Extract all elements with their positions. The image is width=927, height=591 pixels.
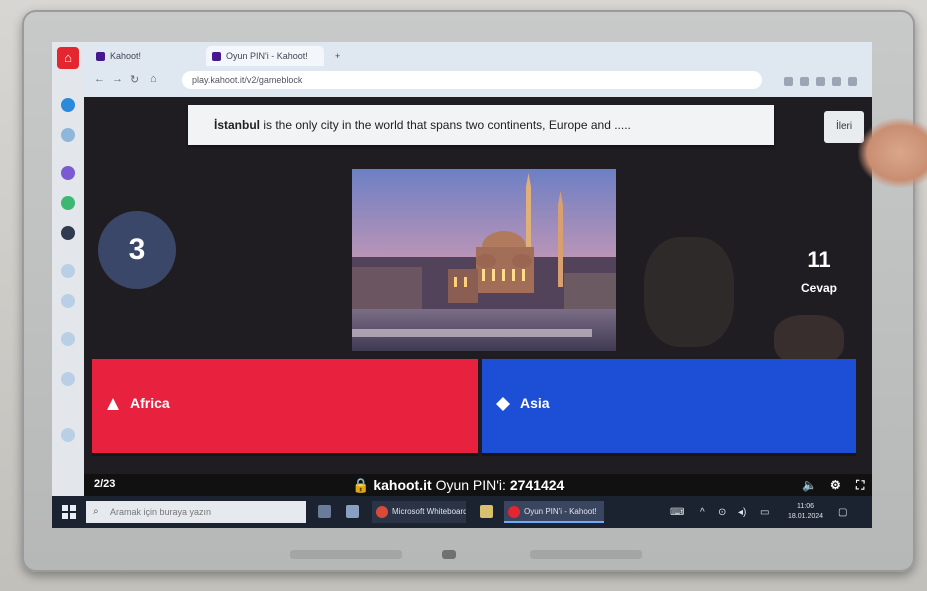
answers-count-label: Cevap xyxy=(800,281,838,295)
bezel-speaker-left xyxy=(290,550,402,559)
question-text: İstanbul is the only city in the world t… xyxy=(188,105,774,145)
pointer-tool-icon[interactable] xyxy=(61,226,75,240)
game-pin: 🔒 kahoot.it Oyun PIN'i: 2741424 xyxy=(352,477,564,494)
istanbul-skyline-illustration xyxy=(352,169,616,351)
kahoot-footer: 2/23 🔒 kahoot.it Oyun PIN'i: 2741424 🔈 ⚙… xyxy=(84,474,872,496)
diamond-icon xyxy=(496,397,510,411)
display-screen: ⌂ Kahoot! Oyun PIN'i - Kahoot! + ← → ↻ ⌂… xyxy=(52,42,872,528)
reload-icon[interactable]: ↻ xyxy=(130,73,139,86)
redo-tool-icon[interactable] xyxy=(61,294,75,308)
display-tray-icon[interactable]: ▭ xyxy=(760,507,769,518)
address-bar[interactable]: play.kahoot.it/v2/gameblock xyxy=(182,71,762,89)
bezel-logo xyxy=(442,550,456,559)
notification-icon[interactable]: ▢ xyxy=(838,507,847,518)
back-arrow-icon[interactable]: ← xyxy=(94,73,105,85)
tab-label: Kahoot! xyxy=(110,51,142,61)
search-icon: ⌕ xyxy=(93,506,99,517)
browser-chrome: Kahoot! Oyun PIN'i - Kahoot! + ← → ↻ ⌂ p… xyxy=(84,42,872,97)
pin-value: 2741424 xyxy=(509,477,565,493)
question-body: is the only city in the world that spans… xyxy=(260,118,631,132)
settings-icon[interactable]: ⚙ xyxy=(830,478,841,492)
browser-tab-2[interactable]: Oyun PIN'i - Kahoot! xyxy=(206,46,324,66)
brand-url: kahoot.it xyxy=(373,477,432,493)
presenter-hand xyxy=(858,118,927,188)
network-icon[interactable]: ⊙ xyxy=(718,507,726,518)
answer-2-label: Asia xyxy=(520,395,550,411)
answer-button-1[interactable]: Africa xyxy=(92,359,478,453)
taskbar-app-label: Microsoft Whiteboard xyxy=(392,507,466,516)
task-view-icon[interactable] xyxy=(318,505,331,518)
triangle-icon xyxy=(107,398,119,410)
pin-label: Oyun PIN'i: xyxy=(435,477,506,493)
profile-icon[interactable] xyxy=(832,77,841,86)
volume-tray-icon[interactable]: ◂) xyxy=(738,507,746,518)
eraser-tool-icon[interactable] xyxy=(61,128,75,142)
home-icon[interactable]: ⌂ xyxy=(150,73,157,85)
kahoot-favicon-icon xyxy=(96,52,105,61)
volume-icon[interactable]: 🔈 xyxy=(802,478,817,492)
app-icon xyxy=(376,506,388,518)
whiteboard-toolbar: ⌂ xyxy=(52,42,84,528)
countdown-timer: 3 xyxy=(98,211,176,289)
screen-reflection xyxy=(644,237,734,347)
shape-tool-icon[interactable] xyxy=(61,166,75,180)
app-icon xyxy=(508,506,520,518)
bezel-speaker-right xyxy=(530,550,642,559)
taskbar-clock[interactable]: 11:06 18.01.2024 xyxy=(788,502,823,522)
folder-icon[interactable] xyxy=(480,505,493,518)
lock-icon: 🔒 xyxy=(352,477,370,493)
screen-reflection xyxy=(774,315,844,365)
windows-start-icon[interactable] xyxy=(62,505,76,519)
extension-icon[interactable] xyxy=(784,77,793,86)
kahoot-favicon-icon xyxy=(212,52,221,61)
taskbar-app-label: Oyun PIN'i - Kahoot! xyxy=(524,507,597,516)
url-text: play.kahoot.it/v2/gameblock xyxy=(192,75,303,85)
favorites-icon[interactable] xyxy=(816,77,825,86)
clock-time: 11:06 xyxy=(797,503,815,510)
file-explorer-icon[interactable] xyxy=(346,505,359,518)
answer-button-2[interactable]: Asia xyxy=(482,359,856,453)
istanbul-mosque-image xyxy=(352,169,616,351)
fullscreen-icon[interactable]: ⛶ xyxy=(856,478,864,493)
clock-date: 18.01.2024 xyxy=(788,513,824,520)
new-tab-button[interactable]: + xyxy=(328,46,350,66)
extension-icon[interactable] xyxy=(800,77,809,86)
answer-1-label: Africa xyxy=(130,395,170,411)
tab-label: Oyun PIN'i - Kahoot! xyxy=(226,51,308,61)
menu-dots-icon[interactable] xyxy=(848,77,857,86)
question-counter: 2/23 xyxy=(94,478,116,490)
keyboard-icon[interactable]: ⌨ xyxy=(670,507,684,518)
windows-taskbar: ⌕ Aramak için buraya yazın Microsoft Whi… xyxy=(52,496,872,528)
color-tool-icon[interactable] xyxy=(61,196,75,210)
question-highlight: İstanbul xyxy=(214,118,261,132)
answers-counter: 11 Cevap xyxy=(784,247,854,295)
page-tool-icon[interactable] xyxy=(61,332,75,346)
zoom-tool-icon[interactable] xyxy=(61,372,75,386)
kahoot-question-view: İstanbul is the only city in the world t… xyxy=(84,97,872,474)
forward-arrow-icon[interactable]: → xyxy=(112,73,123,85)
address-row: ← → ↻ ⌂ play.kahoot.it/v2/gameblock xyxy=(84,68,872,92)
help-tool-icon[interactable] xyxy=(61,428,75,442)
browser-tab-1[interactable]: Kahoot! xyxy=(90,46,202,66)
taskbar-app-kahoot[interactable]: Oyun PIN'i - Kahoot! xyxy=(504,501,604,523)
answers-count-value: 11 xyxy=(807,247,831,272)
taskbar-app-whiteboard[interactable]: Microsoft Whiteboard xyxy=(372,501,466,523)
undo-tool-icon[interactable] xyxy=(61,264,75,278)
pen-tool-icon[interactable] xyxy=(61,98,75,112)
oem-logo-icon[interactable]: ⌂ xyxy=(57,47,79,69)
tray-chevron-icon[interactable]: ^ xyxy=(700,507,705,518)
taskbar-search-input[interactable]: ⌕ Aramak için buraya yazın xyxy=(86,501,306,523)
search-placeholder: Aramak için buraya yazın xyxy=(110,507,212,517)
